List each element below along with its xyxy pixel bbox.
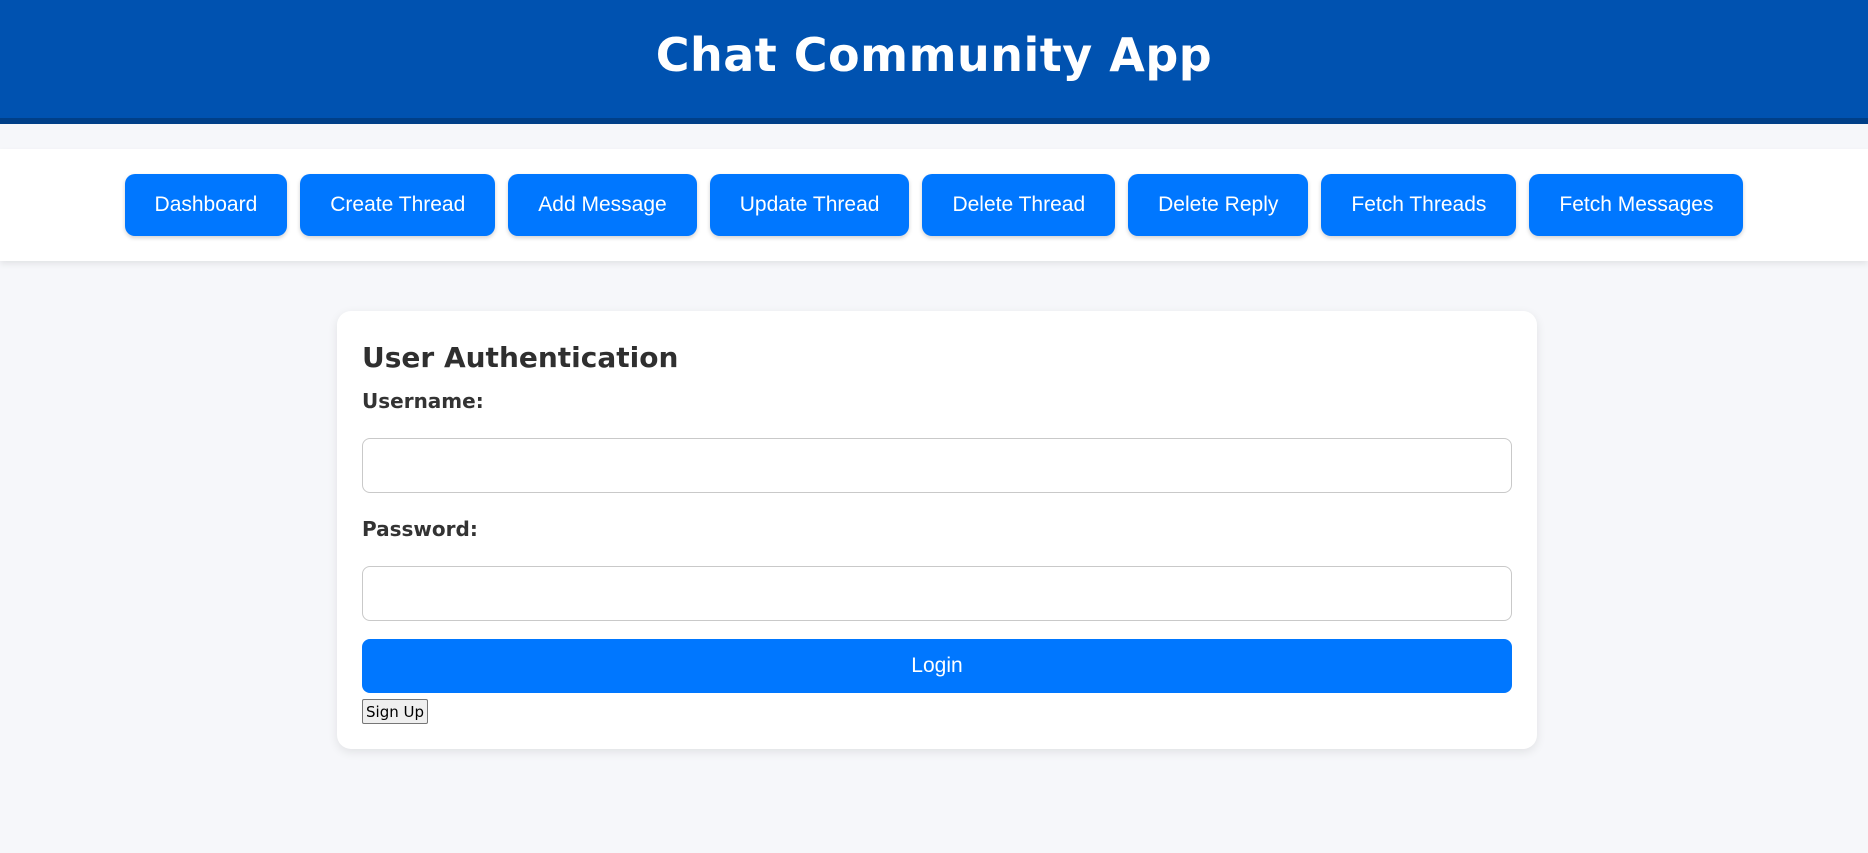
nav-button-add-message[interactable]: Add Message xyxy=(508,174,697,236)
auth-card: User Authentication Username: Password: … xyxy=(337,311,1537,749)
password-input[interactable] xyxy=(362,566,1512,621)
app-header: Chat Community App xyxy=(0,0,1868,124)
nav-button-dashboard[interactable]: Dashboard xyxy=(124,174,288,236)
app-title: Chat Community App xyxy=(655,28,1213,82)
nav-button-update-thread[interactable]: Update Thread xyxy=(709,174,910,236)
nav-button-fetch-threads[interactable]: Fetch Threads xyxy=(1321,174,1517,236)
nav-button-delete-thread[interactable]: Delete Thread xyxy=(922,174,1116,236)
signup-button[interactable]: Sign Up xyxy=(362,699,428,724)
nav-button-delete-reply[interactable]: Delete Reply xyxy=(1128,174,1309,236)
nav-button-create-thread[interactable]: Create Thread xyxy=(300,174,496,236)
nav-bar: Dashboard Create Thread Add Message Upda… xyxy=(0,149,1868,261)
login-button[interactable]: Login xyxy=(362,639,1512,693)
username-label: Username: xyxy=(362,389,484,413)
username-input[interactable] xyxy=(362,438,1512,493)
auth-card-title: User Authentication xyxy=(362,341,679,374)
nav-button-fetch-messages[interactable]: Fetch Messages xyxy=(1529,174,1744,236)
password-label: Password: xyxy=(362,517,478,541)
